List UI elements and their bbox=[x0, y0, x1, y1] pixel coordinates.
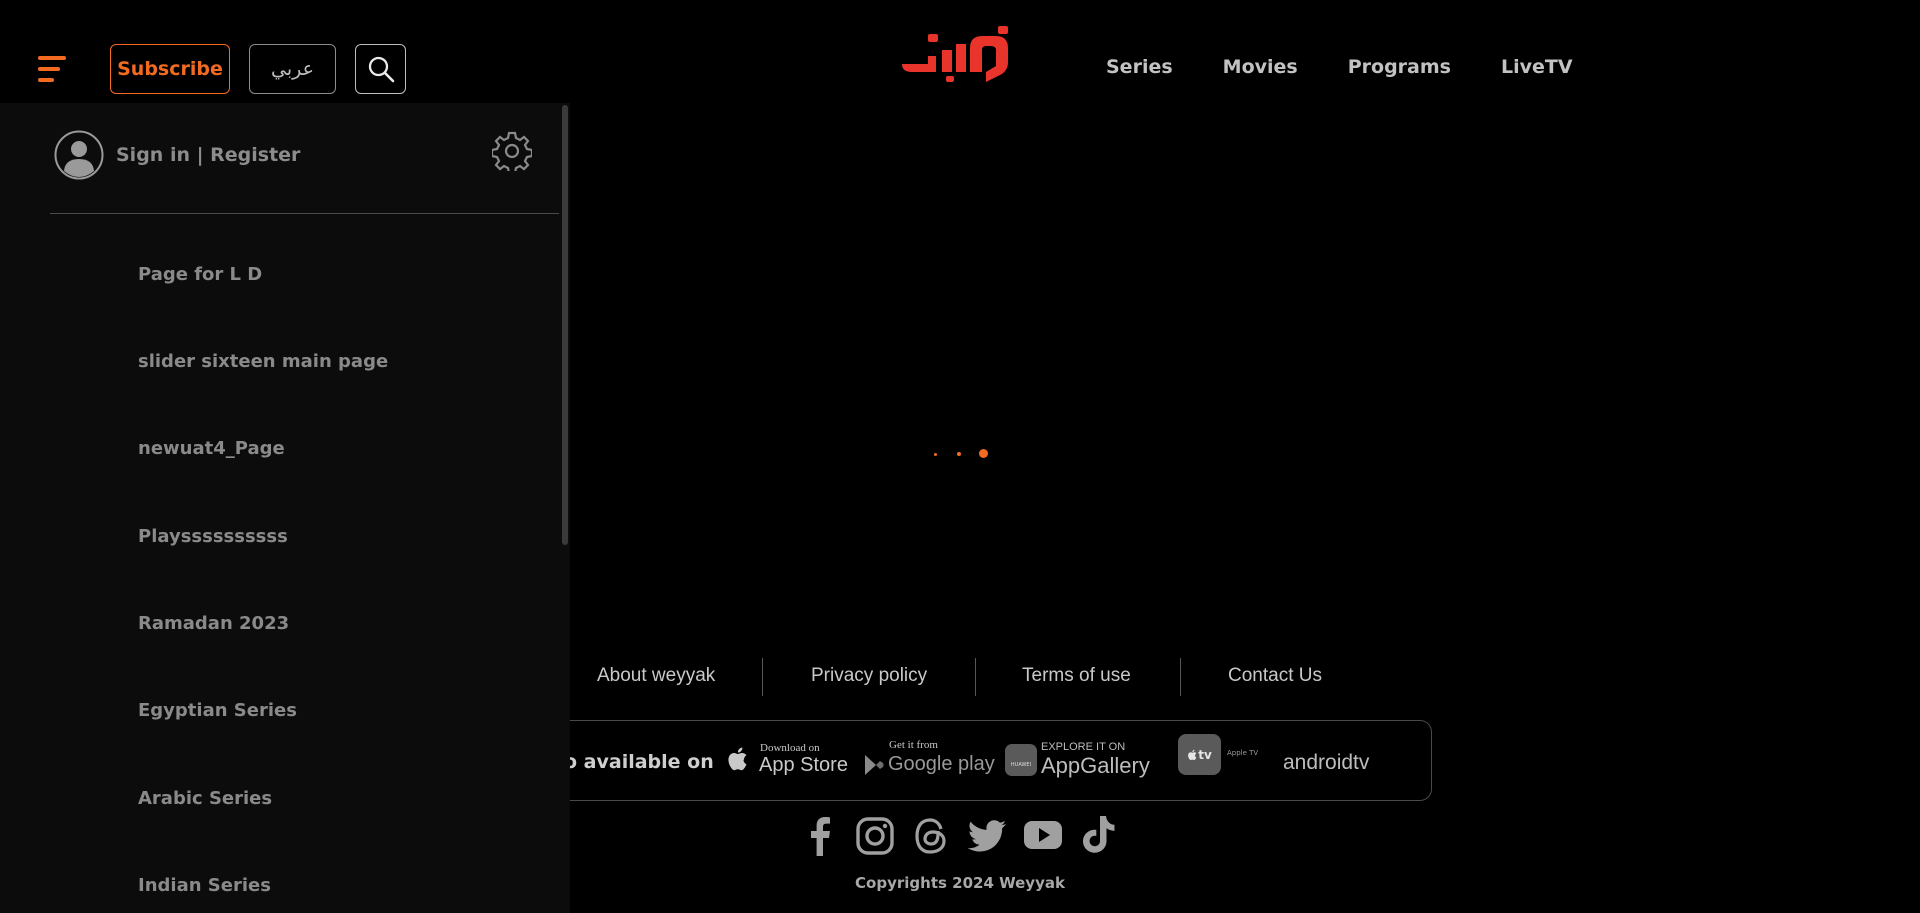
footer-link-terms[interactable]: Terms of use bbox=[1022, 665, 1131, 687]
nav-livetv[interactable]: LiveTV bbox=[1501, 56, 1573, 78]
language-toggle-button[interactable]: عربي bbox=[249, 44, 336, 94]
googleplay-big-text: Google play bbox=[888, 753, 995, 775]
apple-icon bbox=[728, 747, 747, 771]
appletv-badge[interactable]: tv Apple TV bbox=[1178, 734, 1260, 776]
side-menu-item[interactable]: Ramadan 2023 bbox=[138, 613, 289, 634]
nav-programs[interactable]: Programs bbox=[1348, 56, 1451, 78]
side-menu-item[interactable]: Page for L D bbox=[138, 264, 262, 285]
available-on-label: o available on bbox=[564, 751, 714, 773]
nav-movies[interactable]: Movies bbox=[1223, 56, 1298, 78]
huawei-icon: HUAWEI bbox=[1005, 744, 1037, 776]
appstore-small-text: Download on bbox=[760, 742, 820, 754]
side-menu-item[interactable]: Arabic Series bbox=[138, 788, 272, 809]
side-menu-divider bbox=[50, 213, 559, 214]
signin-row[interactable]: Sign in | Register bbox=[54, 130, 300, 180]
instagram-icon[interactable] bbox=[856, 817, 894, 855]
side-menu-panel: Sign in | Register Page for L D slider s… bbox=[0, 103, 570, 913]
google-play-icon bbox=[865, 755, 884, 775]
loading-indicator bbox=[934, 448, 994, 460]
weyyak-logo[interactable] bbox=[898, 26, 1018, 84]
main-nav: Series Movies Programs LiveTV bbox=[1106, 56, 1623, 78]
top-header: Subscribe عربي Series Movies Programs Li… bbox=[0, 0, 1920, 103]
side-menu-scrollbar[interactable] bbox=[562, 105, 568, 545]
facebook-icon[interactable] bbox=[802, 816, 836, 856]
side-menu-item[interactable]: Indian Series bbox=[138, 875, 271, 896]
threads-icon[interactable] bbox=[913, 817, 949, 855]
twitter-icon[interactable] bbox=[968, 820, 1006, 852]
appletv-label: Apple TV bbox=[1227, 749, 1259, 757]
search-button[interactable] bbox=[355, 44, 406, 94]
side-menu-item[interactable]: newuat4_Page bbox=[138, 438, 285, 459]
subscribe-button[interactable]: Subscribe bbox=[110, 44, 230, 94]
appletv-icon: tv bbox=[1178, 734, 1221, 775]
hamburger-menu-icon[interactable] bbox=[38, 56, 70, 86]
tiktok-icon[interactable] bbox=[1083, 816, 1115, 854]
signin-register-link[interactable]: Sign in | Register bbox=[116, 144, 300, 166]
googleplay-badge[interactable]: Get it from Google play bbox=[864, 738, 995, 780]
side-menu-item[interactable]: Playssssssssss bbox=[138, 526, 288, 547]
side-menu-item[interactable]: slider sixteen main page bbox=[138, 351, 388, 372]
appgallery-badge[interactable]: HUAWEI EXPLORE IT ON AppGallery bbox=[1005, 738, 1155, 782]
search-icon bbox=[368, 56, 394, 83]
footer-separator bbox=[762, 658, 763, 696]
appstore-big-text: App Store bbox=[759, 754, 848, 776]
youtube-icon[interactable] bbox=[1024, 820, 1062, 850]
nav-series[interactable]: Series bbox=[1106, 56, 1173, 78]
user-avatar-icon bbox=[54, 130, 104, 180]
footer-link-about[interactable]: About weyyak bbox=[597, 665, 715, 687]
appstore-badge[interactable]: Download on App Store bbox=[726, 740, 848, 780]
footer-separator bbox=[1180, 658, 1181, 696]
googleplay-small-text: Get it from bbox=[889, 739, 938, 751]
footer-link-contact[interactable]: Contact Us bbox=[1228, 665, 1322, 687]
footer-link-privacy[interactable]: Privacy policy bbox=[811, 665, 927, 687]
androidtv-badge[interactable]: androidtv bbox=[1283, 751, 1369, 775]
footer-separator bbox=[975, 658, 976, 696]
appgallery-small-text: EXPLORE IT ON bbox=[1041, 741, 1126, 753]
side-menu-item[interactable]: Egyptian Series bbox=[138, 700, 297, 721]
appgallery-big-text: AppGallery bbox=[1041, 753, 1150, 778]
gear-icon[interactable] bbox=[492, 131, 532, 171]
